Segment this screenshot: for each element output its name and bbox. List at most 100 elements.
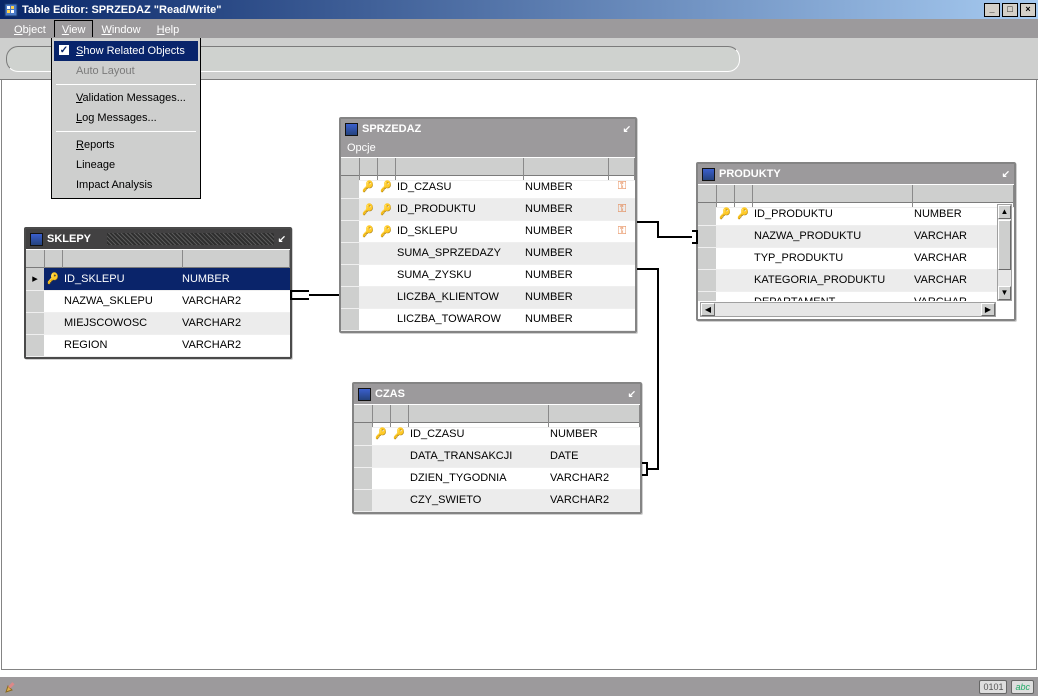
columns-table: ▸ 🔑 ID_SKLEPU NUMBER NAZWA_SKLEPUVARCHAR…	[26, 268, 290, 357]
column-header-row	[354, 404, 640, 423]
col-type: VARCHAR2	[548, 467, 640, 489]
table-row[interactable]: ▸ 🔑 ID_SKLEPU NUMBER	[26, 268, 290, 290]
collapse-icon[interactable]: ↙	[628, 389, 636, 400]
col-name: KATEGORIA_PRODUKTU	[752, 269, 912, 291]
panel-header[interactable]: SPRZEDAZ ↙	[341, 119, 635, 139]
table-row[interactable]: 🔑🔑ID_PRODUKTUNUMBER⚿	[341, 198, 635, 220]
menu-log-messages[interactable]: Log Messages...	[54, 108, 198, 128]
column-header-row	[26, 249, 290, 268]
col-type: DATE	[548, 445, 640, 467]
connector-line	[692, 230, 698, 244]
table-row[interactable]: TYP_PRODUKTUVARCHAR	[698, 247, 998, 269]
menu-window[interactable]: Window	[93, 20, 148, 38]
col-name: ID_PRODUKTU	[752, 203, 912, 225]
col-type: VARCHAR	[912, 291, 998, 301]
col-name: ID_SKLEPU	[62, 268, 180, 290]
col-type: VARCHAR	[912, 247, 998, 269]
connector-line	[637, 268, 659, 270]
menu-separator	[56, 131, 196, 132]
table-row[interactable]: SUMA_SPRZEDAZYNUMBER	[341, 242, 635, 264]
table-row[interactable]: 🔑🔑ID_CZASUNUMBER	[354, 423, 640, 445]
table-row[interactable]: CZY_SWIETOVARCHAR2	[354, 489, 640, 511]
menu-auto-layout[interactable]: Auto Layout	[54, 61, 198, 81]
col-name: DEPARTAMENT	[752, 291, 912, 301]
menu-lineage[interactable]: Lineage	[54, 155, 198, 175]
scroll-thumb[interactable]	[998, 220, 1011, 270]
menu-object[interactable]: Object	[6, 20, 54, 38]
col-type: NUMBER	[523, 176, 609, 198]
col-name: NAZWA_PRODUKTU	[752, 225, 912, 247]
panel-header[interactable]: SKLEPY ↙	[26, 229, 290, 249]
pk-key-icon: 🔑	[719, 207, 731, 220]
menu-show-related-objects[interactable]: ✓ Show Related Objects	[54, 41, 198, 61]
table-row[interactable]: LICZBA_TOWAROWNUMBER	[341, 308, 635, 330]
table-panel-produkty[interactable]: PRODUKTY ↙ 🔑🔑ID_PRODUKTUNUMBER NAZWA_PRO…	[696, 162, 1016, 321]
col-name: ID_CZASU	[395, 176, 523, 198]
col-name: LICZBA_KLIENTOW	[395, 286, 523, 308]
table-row[interactable]: DATA_TRANSAKCJIDATE	[354, 445, 640, 467]
connector-line	[642, 462, 648, 476]
statusbar: 0101 abc	[0, 676, 1038, 696]
fk-key-icon: 🔑	[737, 207, 749, 220]
column-header-row	[698, 184, 1014, 203]
row-marker: ▸	[26, 268, 44, 290]
table-row[interactable]: 🔑🔑ID_CZASUNUMBER⚿	[341, 176, 635, 198]
col-name: SUMA_SPRZEDAZY	[395, 242, 523, 264]
col-name: DATA_TRANSAKCJI	[408, 445, 548, 467]
vertical-scrollbar[interactable]: ▲ ▼	[997, 204, 1012, 301]
table-row[interactable]: 🔑🔑ID_SKLEPUNUMBER⚿	[341, 220, 635, 242]
table-row[interactable]: MIEJSCOWOSCVARCHAR2	[26, 312, 290, 334]
col-name: CZY_SWIETO	[408, 489, 548, 511]
table-row[interactable]: REGIONVARCHAR2	[26, 334, 290, 356]
scroll-right-button[interactable]: ▶	[981, 303, 995, 316]
table-row[interactable]: DZIEN_TYGODNIAVARCHAR2	[354, 467, 640, 489]
collapse-icon[interactable]: ↙	[1002, 169, 1010, 180]
fk-link-icon: ⚿	[618, 180, 626, 192]
collapse-icon[interactable]: ↙	[278, 234, 286, 245]
maximize-button[interactable]: □	[1002, 3, 1018, 17]
table-row[interactable]: NAZWA_SKLEPUVARCHAR2	[26, 290, 290, 312]
panel-header[interactable]: PRODUKTY ↙	[698, 164, 1014, 184]
minimize-button[interactable]: _	[984, 3, 1000, 17]
menu-reports[interactable]: Reports	[54, 135, 198, 155]
table-row[interactable]: LICZBA_KLIENTOWNUMBER	[341, 286, 635, 308]
table-panel-czas[interactable]: CZAS ↙ 🔑🔑ID_CZASUNUMBER DATA_TRANSAKCJID…	[352, 382, 642, 514]
table-row[interactable]: KATEGORIA_PRODUKTUVARCHAR	[698, 269, 998, 291]
collapse-icon[interactable]: ↙	[623, 124, 631, 135]
menu-impact-analysis[interactable]: Impact Analysis	[54, 175, 198, 195]
table-row[interactable]: 🔑🔑ID_PRODUKTUNUMBER	[698, 203, 998, 225]
connector-line	[648, 468, 659, 470]
table-panel-sklepy[interactable]: SKLEPY ↙ ▸ 🔑 ID_SKLEPU NUMBER NAZWA_SKLE…	[24, 227, 292, 359]
close-button[interactable]: ×	[1020, 3, 1036, 17]
col-name: TYP_PRODUKTU	[752, 247, 912, 269]
horizontal-scrollbar[interactable]: ◀ ▶	[700, 302, 996, 317]
table-icon	[358, 388, 371, 401]
panel-title: SKLEPY	[47, 233, 103, 245]
scroll-left-button[interactable]: ◀	[701, 303, 715, 316]
table-icon	[345, 123, 358, 136]
window-controls: _ □ ×	[984, 3, 1036, 17]
col-name: ID_PRODUKTU	[395, 198, 523, 220]
table-row[interactable]: NAZWA_PRODUKTUVARCHAR	[698, 225, 998, 247]
fk-link-icon: ⚿	[618, 225, 626, 237]
menu-help[interactable]: Help	[149, 20, 188, 38]
col-type: NUMBER	[523, 286, 609, 308]
panel-header[interactable]: CZAS ↙	[354, 384, 640, 404]
key-icon: 🔑	[47, 272, 59, 285]
panel-title: SPRZEDAZ	[362, 123, 623, 135]
col-name: NAZWA_SKLEPU	[62, 290, 180, 312]
table-panel-sprzedaz[interactable]: SPRZEDAZ ↙ Opcje 🔑🔑ID_CZASUNUMBER⚿ 🔑🔑ID_…	[339, 117, 637, 333]
col-type: NUMBER	[523, 242, 609, 264]
col-type: VARCHAR2	[180, 334, 290, 356]
menu-validation-messages[interactable]: Validation Messages...	[54, 88, 198, 108]
menu-separator	[56, 84, 196, 85]
col-type: NUMBER	[912, 203, 998, 225]
scroll-down-button[interactable]: ▼	[998, 286, 1011, 300]
col-name: SUMA_ZYSKU	[395, 264, 523, 286]
status-chip: 0101	[979, 680, 1007, 694]
menu-view[interactable]: View	[54, 20, 94, 37]
table-row[interactable]: SUMA_ZYSKUNUMBER	[341, 264, 635, 286]
panel-subheader[interactable]: Opcje	[341, 139, 635, 157]
table-row[interactable]: DEPARTAMENTVARCHAR	[698, 291, 998, 301]
scroll-up-button[interactable]: ▲	[998, 205, 1011, 219]
